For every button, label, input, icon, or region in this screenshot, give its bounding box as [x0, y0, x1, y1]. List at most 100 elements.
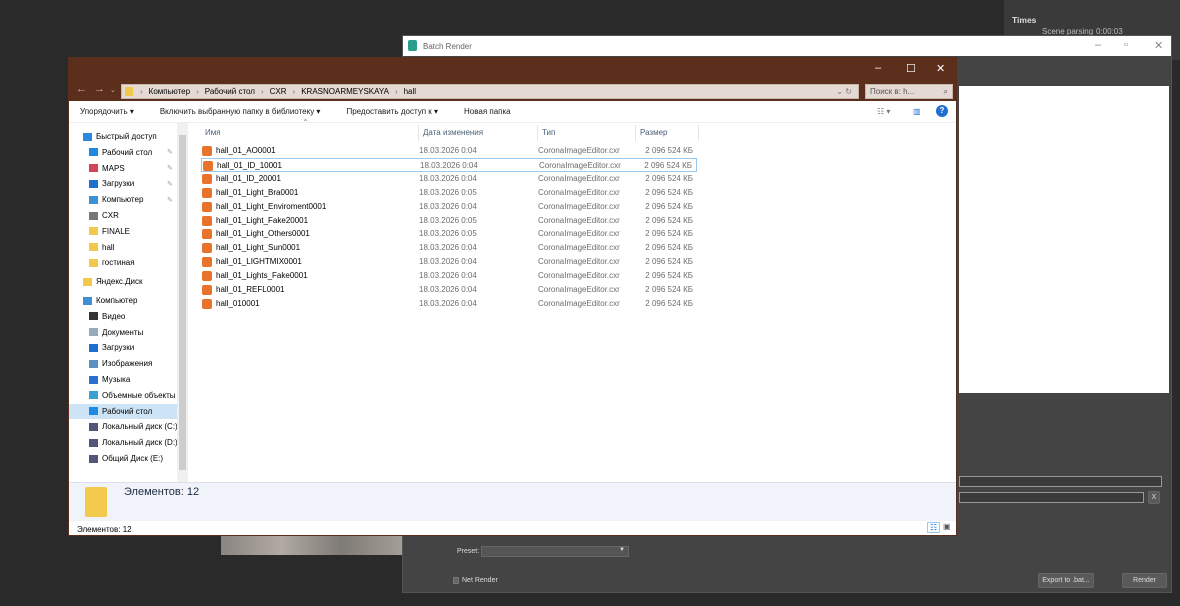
minimize-icon[interactable]: –	[1095, 39, 1101, 51]
navigation-scrollbar[interactable]	[177, 123, 188, 482]
recent-chevron-icon[interactable]: ⌄	[110, 86, 116, 94]
file-type: CoronaImageEditor.cxr	[538, 298, 620, 308]
maximize-icon[interactable]: ☐	[906, 62, 916, 75]
sidebar-item-label: CXR	[102, 211, 119, 220]
sidebar-item-label: Видео	[102, 311, 126, 321]
sidebar-item[interactable]: Музыка	[69, 372, 177, 387]
file-row[interactable]: hall_01_Light_Sun0001 18.03.2026 0:04 Coro…	[201, 241, 697, 255]
sidebar-item[interactable]: гостиная	[69, 255, 177, 270]
sidebar-item[interactable]: Локальный диск (C:)	[69, 419, 178, 434]
close-icon[interactable]: ✕	[936, 62, 945, 75]
search-placeholder: Поиск в: h...	[870, 87, 915, 96]
sidebar-item[interactable]: hall	[69, 240, 177, 255]
job-list[interactable]	[959, 86, 1169, 393]
preview-pane-icon[interactable]: ▥	[913, 107, 921, 116]
breadcrumb-item[interactable]: Рабочий стол	[205, 87, 255, 96]
thumbnail-view-icon[interactable]: ▣	[943, 522, 951, 531]
sidebar-item-label: Быстрый доступ	[96, 132, 157, 141]
background-image	[221, 536, 402, 555]
help-icon[interactable]: ?	[936, 105, 948, 117]
breadcrumb-item[interactable]: hall	[404, 87, 416, 96]
scrollbar-thumb[interactable]	[179, 135, 186, 470]
toolbar: Упорядочить ▾ Включить выбранную папку в…	[69, 101, 956, 123]
output-field[interactable]	[959, 492, 1144, 503]
sidebar-item[interactable]: FINALE	[69, 224, 177, 239]
back-icon[interactable]: ←	[76, 83, 87, 95]
sidebar-item-icon	[89, 343, 98, 352]
sidebar-item-icon	[83, 296, 92, 305]
sidebar-item[interactable]: Быстрый доступ	[69, 129, 177, 144]
file-row[interactable]: hall_01_Light_Others0001 18.03.2026 0:05 C…	[201, 227, 697, 241]
sidebar-item-icon	[89, 164, 98, 173]
clear-button[interactable]: X	[1148, 491, 1160, 504]
export-bat-button[interactable]: Export to .bat...	[1038, 573, 1094, 588]
file-row[interactable]: hall_01_REFL0001 18.03.2026 0:04 CoronaIma…	[201, 283, 697, 297]
address-bar[interactable]: ⌄ ↻ › Компьютер › Рабочий стол › CXR › KRASNOAR…	[121, 84, 859, 99]
close-icon[interactable]: ✕	[1154, 39, 1163, 52]
details-view-icon[interactable]: ☷	[927, 522, 941, 533]
file-row[interactable]: hall_01_LIGHTMIX0001 18.03.2026 0:04 Coron…	[201, 255, 697, 269]
sidebar-item[interactable]: CXR	[69, 208, 177, 223]
sidebar-item[interactable]: Общий Диск (E:)	[69, 451, 177, 466]
path-field[interactable]	[959, 476, 1162, 487]
sidebar-item-icon	[89, 148, 98, 157]
sidebar-item[interactable]: Изображения	[69, 356, 177, 371]
file-row[interactable]: hall_01_Light_Fake20001 18.03.2026 0:05 Co…	[201, 214, 697, 228]
file-type: CoronaImageEditor.cxr	[538, 215, 620, 225]
sidebar-item[interactable]: Объемные объекты	[69, 388, 177, 403]
column-header[interactable]: Имя	[201, 125, 419, 141]
sidebar-item[interactable]: Компьютер	[69, 293, 177, 308]
breadcrumb-item[interactable]: CXR	[270, 87, 287, 96]
forward-icon[interactable]: →	[94, 83, 105, 95]
sidebar-item[interactable]: Загрузки	[69, 340, 177, 355]
column-header[interactable]: Дата изменения	[419, 125, 538, 141]
include-in-library-button[interactable]: Включить выбранную папку в библиотеку ▾	[160, 107, 321, 116]
sidebar-item[interactable]: Локальный диск (D:)	[69, 435, 178, 450]
file-date: 18.03.2026 0:04	[419, 271, 477, 281]
file-row[interactable]: hall_01_Lights_Fake0001 18.03.2026 0:04 Co…	[201, 269, 697, 283]
search-input[interactable]: Поиск в: h... ⌕	[865, 84, 953, 99]
view-options-icon[interactable]: ☷ ▾	[877, 107, 890, 116]
file-date: 18.03.2026 0:05	[419, 215, 477, 225]
file-type: CoronaImageEditor.cxr	[539, 160, 621, 170]
file-row[interactable]: hall_01_Light_Enviroment0001 18.03.2026 0…	[201, 200, 697, 214]
sidebar-item-label: Локальный диск (C:)	[102, 422, 178, 432]
share-button[interactable]: Предоставить доступ к ▾	[346, 107, 438, 116]
sidebar-item[interactable]: Рабочий стол ✎	[69, 145, 177, 160]
breadcrumb-item[interactable]: Компьютер	[149, 87, 190, 96]
sidebar-item[interactable]: Загрузки ✎	[69, 176, 177, 191]
preset-dropdown[interactable]: ▼	[481, 546, 629, 557]
net-render-checkbox[interactable]	[453, 577, 459, 584]
sidebar-item[interactable]: Документы	[69, 325, 177, 340]
file-name: hall_01_Lights_Fake0001	[216, 271, 308, 281]
cxr-file-icon	[202, 285, 212, 295]
column-header[interactable]: Размер	[636, 125, 699, 141]
file-row[interactable]: hall_01_ID_10001 18.03.2026 0:04 CoronaIma…	[201, 157, 697, 172]
file-date: 18.03.2026 0:04	[419, 243, 477, 253]
sidebar-item-icon	[89, 258, 98, 267]
maximize-icon[interactable]: ▫	[1124, 39, 1128, 51]
file-row[interactable]: hall_01_AO0001 18.03.2026 0:04 CoronaImage…	[201, 144, 697, 158]
file-row[interactable]: hall_010001 18.03.2026 0:04 CoronaImageEdi…	[201, 297, 697, 311]
minimize-icon[interactable]: –	[875, 62, 881, 74]
file-name: hall_01_Light_Bra0001	[216, 187, 299, 197]
render-button[interactable]: Render	[1122, 573, 1167, 588]
file-name: hall_01_ID_20001	[216, 173, 281, 183]
file-type: CoronaImageEditor.cxr	[538, 173, 620, 183]
organize-button[interactable]: Упорядочить ▾	[80, 107, 134, 116]
status-bar: Элементов: 12 ☷ ▣	[69, 521, 956, 537]
breadcrumb-item[interactable]: KRASNOARMEYSKAYA	[301, 87, 389, 96]
sidebar-item[interactable]: Компьютер ✎	[69, 192, 177, 207]
file-name: hall_01_Light_Others0001	[216, 229, 310, 239]
sidebar-item[interactable]: Видео	[69, 309, 177, 324]
file-name: hall_01_Light_Fake20001	[216, 215, 309, 225]
sidebar-item[interactable]: Яндекс.Диск	[69, 274, 177, 289]
sidebar-item[interactable]: MAPS ✎	[69, 161, 177, 176]
refresh-icon[interactable]: ⌄ ↻	[836, 87, 852, 96]
column-header[interactable]: Тип	[538, 125, 636, 141]
file-row[interactable]: hall_01_ID_20001 18.03.2026 0:04 CoronaIma…	[201, 172, 697, 186]
file-row[interactable]: hall_01_Light_Bra0001 18.03.2026 0:05 Coro…	[201, 186, 697, 200]
cxr-file-icon	[202, 229, 212, 240]
new-folder-button[interactable]: Новая папка	[464, 107, 511, 116]
sidebar-item[interactable]: Рабочий стол	[69, 403, 177, 419]
